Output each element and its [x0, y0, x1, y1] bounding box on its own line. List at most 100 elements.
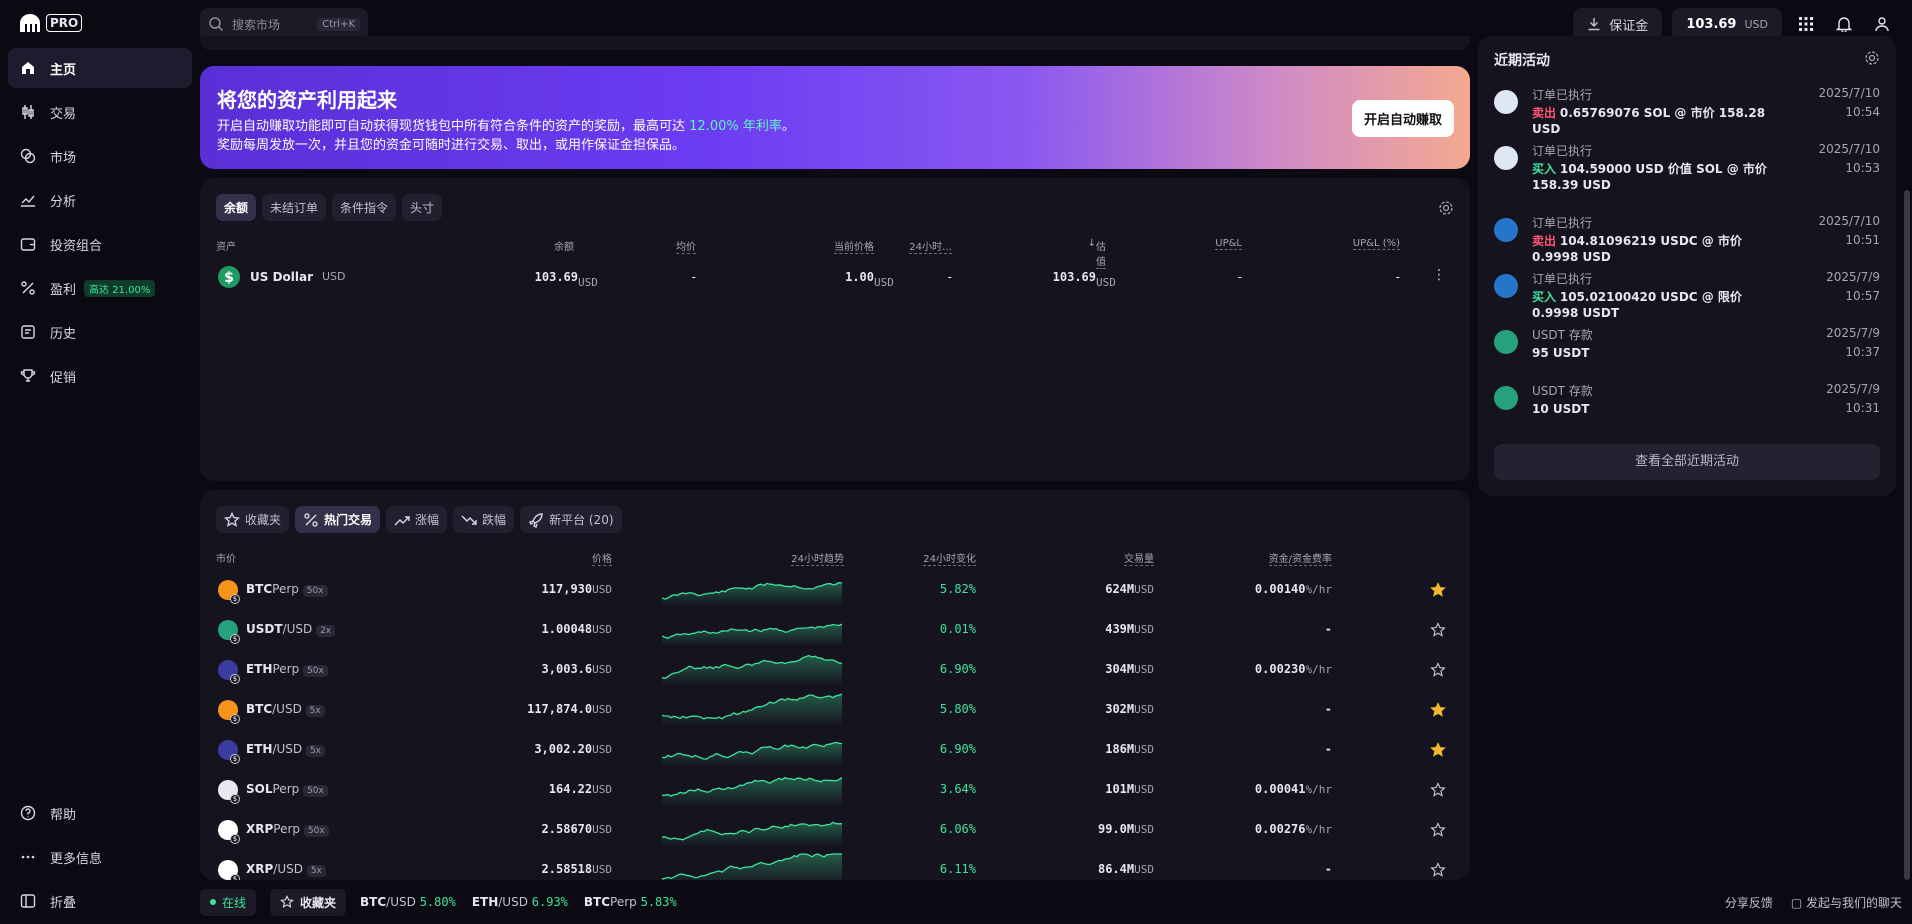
- col-value[interactable]: ↓ 估值: [1088, 238, 1106, 269]
- markets-tab-0[interactable]: 收藏夹: [216, 506, 290, 533]
- earn-badge: 高达 21.00%: [84, 279, 156, 297]
- favorite-star-icon[interactable]: [1430, 582, 1446, 598]
- activity-coin-icon: [1494, 218, 1518, 242]
- usd-badge-icon: $: [230, 674, 240, 684]
- balances-tab-3[interactable]: 头寸: [402, 194, 443, 221]
- trend-cell: [661, 692, 843, 729]
- markets-tab-4[interactable]: 新平台 (20): [520, 506, 622, 533]
- trophy-icon: [20, 369, 36, 382]
- market-row[interactable]: $ BTCPerp 50x 117,930USD 5.82% 624MUSD 0…: [216, 570, 1454, 610]
- activity-title: 订单已执行: [1532, 272, 1593, 286]
- activity-time: 10:57: [1845, 289, 1880, 303]
- sidebar-item-4[interactable]: 投资组合: [8, 224, 192, 264]
- favorite-star-icon[interactable]: [1430, 742, 1446, 758]
- usd-badge-icon: $: [230, 834, 240, 844]
- col-funding[interactable]: 资金/资金费率: [1268, 550, 1332, 566]
- sidebar-item-7[interactable]: 促销: [8, 356, 192, 396]
- activity-title: USDT 存款: [1532, 328, 1593, 342]
- current-price: 1.00 USD: [845, 270, 894, 289]
- market-name: ETHPerp 50x: [246, 662, 328, 677]
- ticker-item[interactable]: BTC/USD 5.80%: [360, 895, 456, 909]
- row-menu-icon[interactable]: ⋮: [1432, 267, 1446, 283]
- chat-link[interactable]: ▢ 发起与我们的聊天: [1791, 894, 1902, 911]
- balances-tab-1[interactable]: 未结订单: [262, 194, 327, 221]
- markets-tabs: 收藏夹 热门交易 涨幅 跌幅 新平台 (20): [216, 506, 622, 533]
- market-row[interactable]: $ ETHPerp 50x 3,003.6USD 6.90% 304MUSD 0…: [216, 650, 1454, 690]
- ticker-item[interactable]: ETH/USD 6.93%: [472, 895, 568, 909]
- settings-gear-icon[interactable]: [1438, 200, 1454, 216]
- market-price: 117,874.0USD: [527, 702, 612, 716]
- margin-label: 保证金: [1609, 18, 1649, 34]
- market-row[interactable]: $ ETH/USD 5x 3,002.20USD 6.90% 186MUSD -: [216, 730, 1454, 770]
- favorite-star-icon[interactable]: [1430, 862, 1446, 878]
- balances-tab-2[interactable]: 条件指令: [332, 194, 397, 221]
- favorites-button[interactable]: 收藏夹: [270, 888, 347, 916]
- leverage-badge: 50x: [303, 665, 328, 677]
- favorite-star-icon[interactable]: [1430, 702, 1446, 718]
- feedback-link[interactable]: 分享反馈: [1725, 894, 1773, 911]
- activity-time: 10:54: [1845, 105, 1880, 119]
- activity-item[interactable]: USDT 存款 10 USDT 2025/7/9 10:31: [1494, 382, 1880, 426]
- sidebar-item-label: 投资组合: [50, 238, 103, 254]
- markets-tab-2[interactable]: 涨幅: [386, 506, 448, 533]
- sidebar-item-label: 分析: [50, 194, 77, 210]
- banner-rate: 12.00% 年利率: [689, 119, 782, 134]
- favorite-star-icon[interactable]: [1430, 662, 1446, 678]
- activity-item[interactable]: USDT 存款 95 USDT 2025/7/9 10:37: [1494, 326, 1880, 370]
- market-row[interactable]: $ USDT/USD 2x 1.00048USD 0.01% 439MUSD -: [216, 610, 1454, 650]
- col-avg[interactable]: 均价: [676, 238, 696, 254]
- view-all-activity-button[interactable]: 查看全部近期活动: [1494, 444, 1880, 480]
- status-bar: 在线 收藏夹 BTC/USD 5.80% ETH/USD 6.93% BTCPerp…: [200, 888, 1912, 916]
- market-funding: -: [1324, 742, 1332, 756]
- sidebar-bottom-item-1[interactable]: 更多信息: [8, 837, 192, 877]
- sidebar-bottom-item-0[interactable]: 帮助: [8, 793, 192, 833]
- activity-item[interactable]: 订单已执行 买入 105.02100420 USDC @ 限价 0.9998 U…: [1494, 270, 1880, 320]
- chart-icon: [21, 195, 35, 207]
- col-price[interactable]: 价格: [592, 550, 612, 566]
- sparkline-chart: [661, 741, 843, 766]
- market-row[interactable]: $ XRP/USD 5x 2.58518USD 6.11% 86.4MUSD -: [216, 850, 1454, 880]
- sidebar-item-5[interactable]: 盈利 高达 21.00%: [8, 268, 192, 308]
- activity-title: 订单已执行: [1532, 88, 1593, 102]
- balances-tab-0[interactable]: 余额: [216, 194, 257, 221]
- markets-tab-3[interactable]: 跌幅: [453, 506, 515, 533]
- market-row[interactable]: $ XRPPerp 50x 2.58670USD 6.06% 99.0MUSD …: [216, 810, 1454, 850]
- activity-item[interactable]: 订单已执行 买入 104.59000 USD 价值 SOL @ 市价 158.3…: [1494, 142, 1880, 192]
- favorite-star-icon[interactable]: [1430, 822, 1446, 838]
- online-label: 在线: [222, 895, 247, 910]
- balance-row[interactable]: $ US Dollar USD 103.69 USD - 1.00 USD - 10…: [216, 264, 1454, 290]
- sidebar-bottom-item-2[interactable]: 折叠: [8, 881, 192, 921]
- col-24h[interactable]: 24小时…: [909, 238, 952, 254]
- market-name: XRPPerp 50x: [246, 822, 329, 837]
- market-row[interactable]: $ SOLPerp 50x 164.22USD 3.64% 101MUSD 0.…: [216, 770, 1454, 810]
- favorite-star-icon[interactable]: [1430, 782, 1446, 798]
- activity-detail: 95 USDT: [1532, 346, 1590, 360]
- col-volume[interactable]: 交易量: [1124, 550, 1154, 566]
- favorite-star-icon[interactable]: [1430, 622, 1446, 638]
- sidebar-item-3[interactable]: 分析: [8, 180, 192, 220]
- history-icon: [21, 325, 35, 339]
- col-trend[interactable]: 24小时趋势: [791, 550, 844, 566]
- col-price[interactable]: 当前价格: [834, 238, 874, 254]
- sidebar-item-0[interactable]: 主页: [8, 48, 192, 88]
- activity-item[interactable]: 订单已执行 卖出 0.65769076 SOL @ 市价 158.28 USD …: [1494, 86, 1880, 136]
- sidebar-item-6[interactable]: 历史: [8, 312, 192, 352]
- market-name: ETH/USD 5x: [246, 742, 326, 757]
- sidebar-item-2[interactable]: 市场: [8, 136, 192, 176]
- sidebar-item-1[interactable]: 交易: [8, 92, 192, 132]
- search-shortcut: Ctrl+K: [317, 17, 360, 31]
- activity-detail: 卖出 104.81096219 USDC @ 市价 0.9998 USD: [1532, 234, 1742, 264]
- market-row[interactable]: $ BTC/USD 5x 117,874.0USD 5.80% 302MUSD …: [216, 690, 1454, 730]
- ticker-item[interactable]: BTCPerp 5.83%: [584, 895, 677, 909]
- col-upl-pct[interactable]: UP&L (%): [1352, 238, 1400, 250]
- col-change[interactable]: 24小时变化: [923, 550, 976, 566]
- trend-cell: [661, 812, 843, 849]
- home-icon: [22, 62, 34, 74]
- enable-auto-earn-button[interactable]: 开启自动赚取: [1351, 100, 1454, 137]
- kraken-pro-logo[interactable]: PRO: [18, 14, 83, 32]
- markets-tab-1[interactable]: 热门交易: [295, 506, 381, 533]
- activity-item[interactable]: 订单已执行 卖出 104.81096219 USDC @ 市价 0.9998 U…: [1494, 214, 1880, 264]
- page-scrollbar[interactable]: [1904, 190, 1910, 880]
- activity-settings-gear-icon[interactable]: [1864, 50, 1880, 66]
- col-upl[interactable]: UP&L: [1215, 238, 1242, 250]
